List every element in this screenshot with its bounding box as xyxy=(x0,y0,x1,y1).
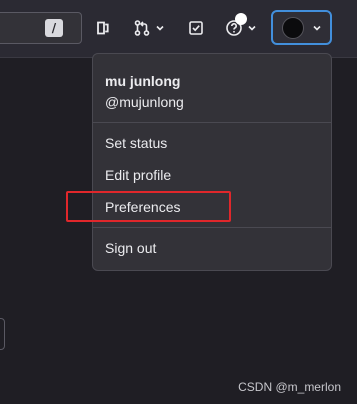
user-dropdown-menu: mu junlong @mujunlong Set status Edit pr… xyxy=(92,53,332,271)
menu-divider xyxy=(93,122,331,123)
user-menu-button[interactable] xyxy=(271,10,332,45)
annotation-highlight-box xyxy=(66,191,231,222)
edit-profile-item[interactable]: Edit profile xyxy=(105,167,171,183)
page: / mu junlong @mujunlong Set status Edit … xyxy=(0,0,357,404)
notification-dot xyxy=(235,13,247,25)
sign-out-item[interactable]: Sign out xyxy=(105,240,156,256)
chevron-down-icon xyxy=(156,25,164,31)
watermark: CSDN @m_merlon xyxy=(238,380,341,394)
partial-input-field[interactable] xyxy=(0,318,5,350)
search-shortcut-key: / xyxy=(45,19,63,37)
top-navigation-bar: / xyxy=(0,0,357,58)
todos-button[interactable] xyxy=(186,14,206,42)
todo-checkbox-icon xyxy=(189,21,203,35)
menu-divider xyxy=(93,227,331,228)
search-input[interactable]: / xyxy=(0,12,82,44)
user-name: mu junlong xyxy=(105,73,181,89)
issues-button[interactable] xyxy=(93,14,113,42)
chevron-down-icon xyxy=(313,25,321,31)
set-status-item[interactable]: Set status xyxy=(105,135,167,151)
issue-icon xyxy=(97,21,109,35)
avatar xyxy=(282,16,304,39)
merge-requests-button[interactable] xyxy=(130,14,168,42)
chevron-down-icon xyxy=(248,25,256,31)
merge-request-icon xyxy=(134,20,150,36)
user-handle: @mujunlong xyxy=(105,94,184,110)
